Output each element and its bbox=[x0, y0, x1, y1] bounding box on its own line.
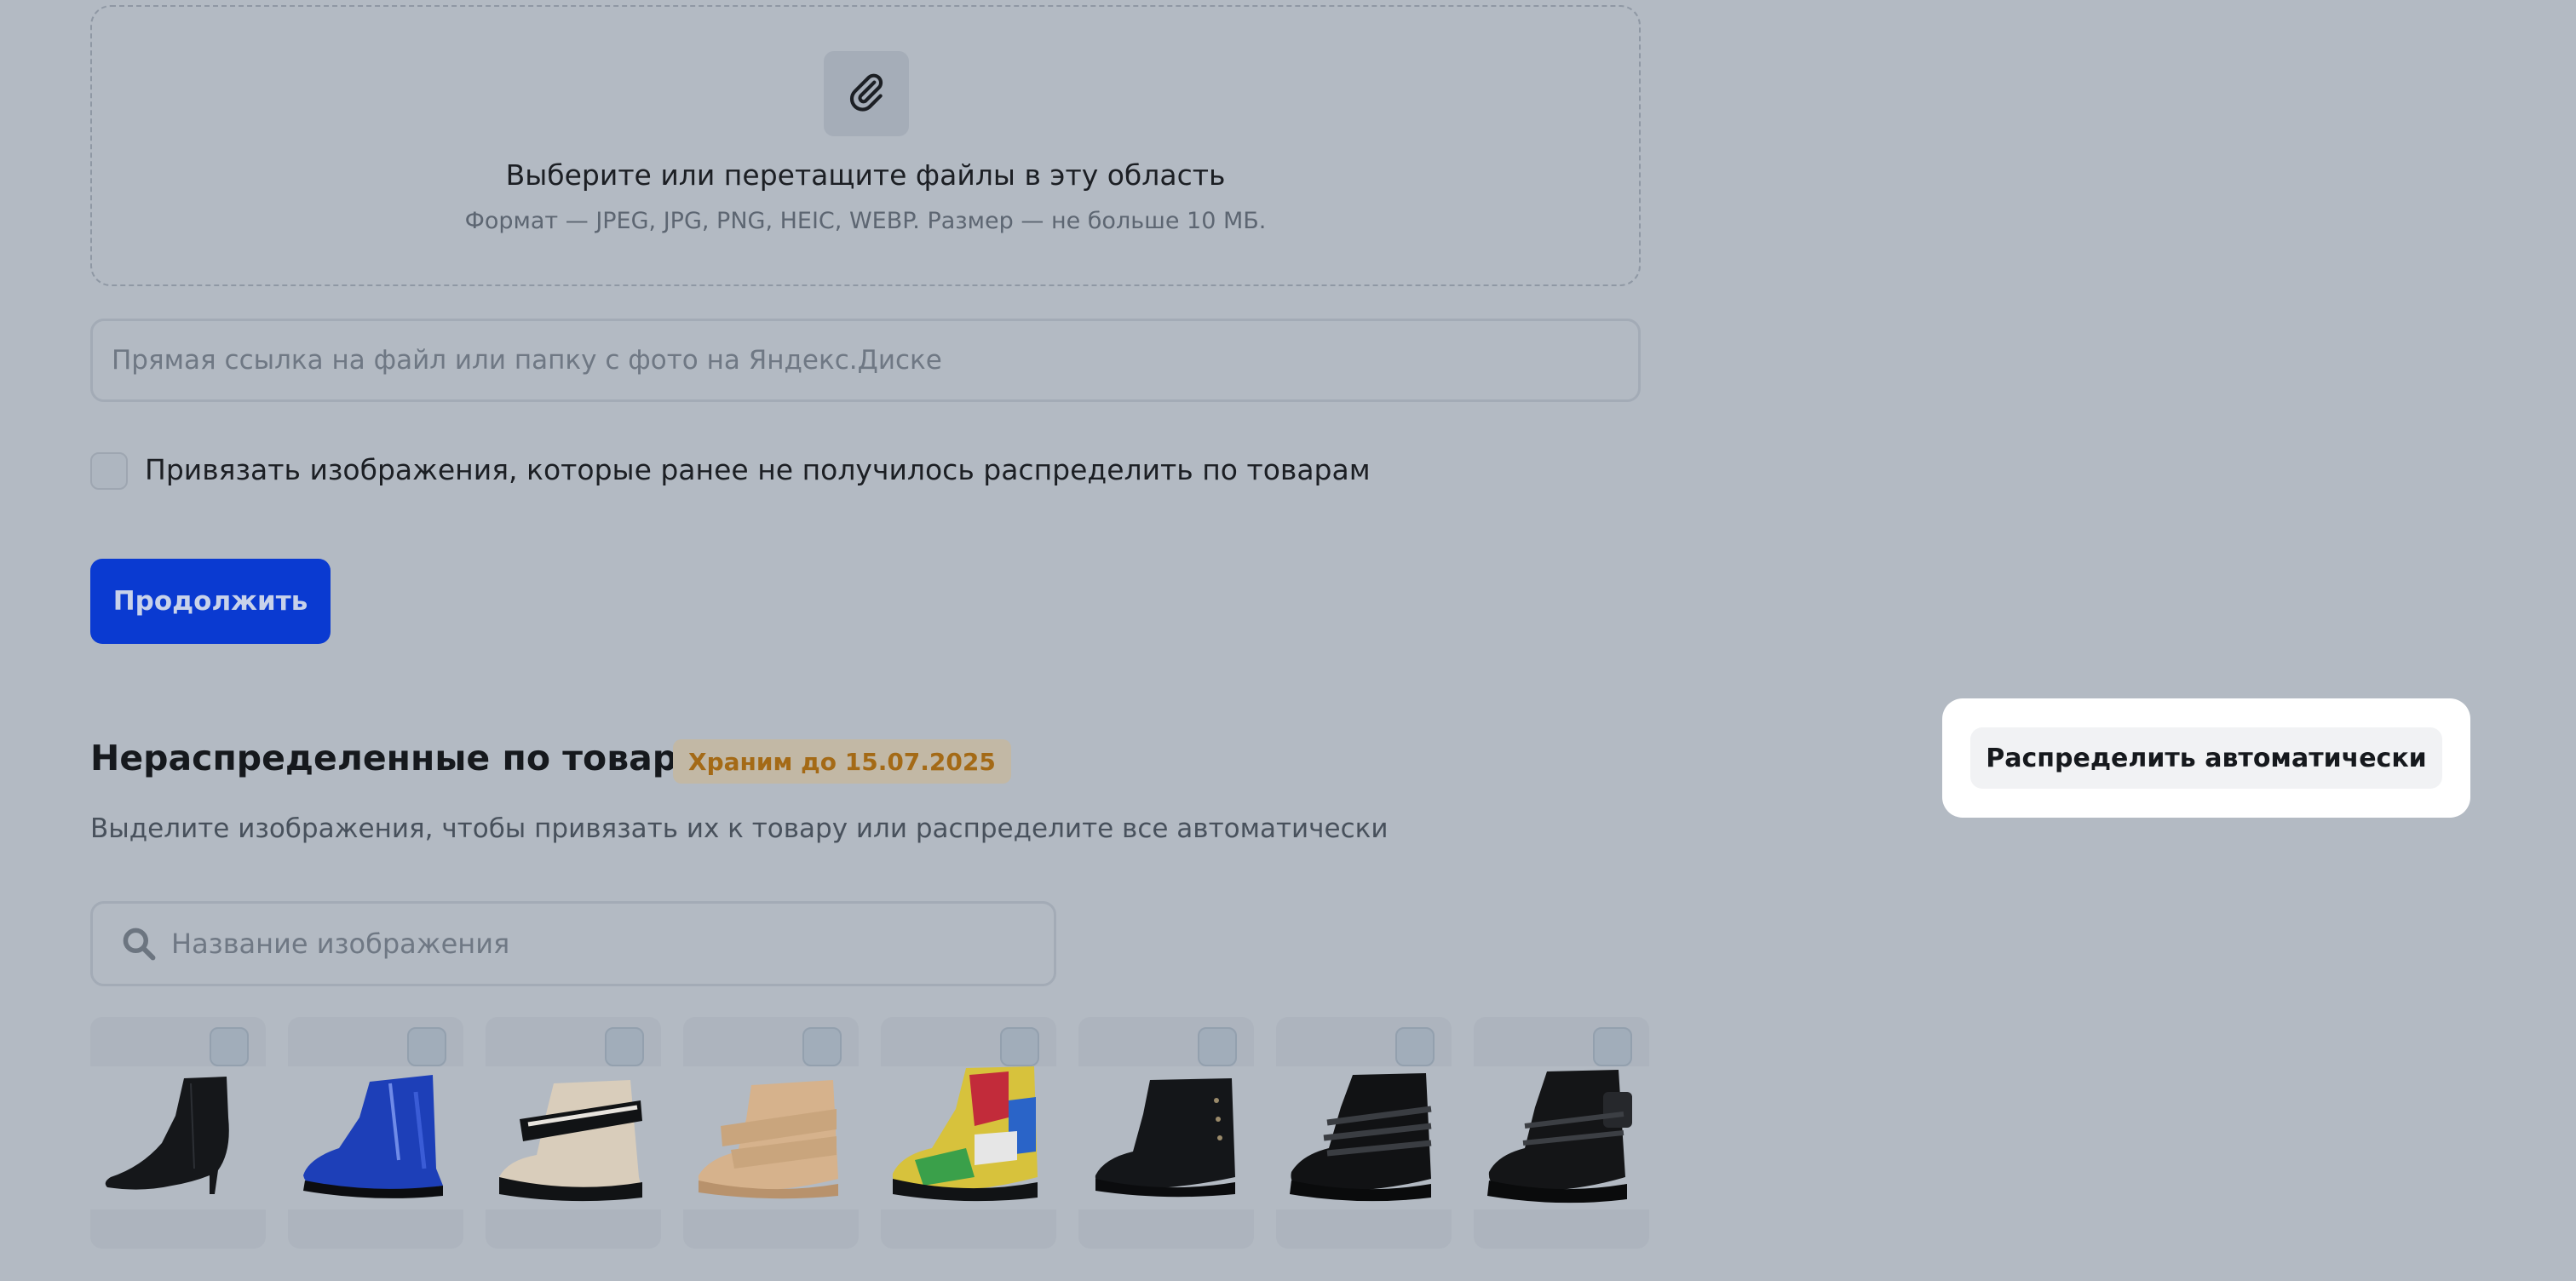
dropzone-title: Выберите или перетащите файлы в эту обла… bbox=[505, 158, 1226, 192]
image-select-checkbox[interactable] bbox=[802, 1027, 842, 1066]
section-title: Нераспределенные по товарам bbox=[90, 738, 730, 778]
search-icon bbox=[117, 922, 161, 966]
section-subtitle: Выделите изображения, чтобы привязать их… bbox=[90, 813, 1389, 844]
image-select-checkbox[interactable] bbox=[210, 1027, 249, 1066]
image-search-box[interactable] bbox=[90, 901, 1056, 986]
image-card[interactable] bbox=[288, 1017, 463, 1249]
bind-previous-images-label[interactable]: Привязать изображения, которые ранее не … bbox=[145, 453, 1371, 486]
image-card[interactable] bbox=[1474, 1017, 1649, 1249]
image-search-input[interactable] bbox=[161, 905, 1054, 983]
image-grid bbox=[90, 1017, 1653, 1249]
auto-distribute-button[interactable]: Распределить автоматически bbox=[1970, 727, 2442, 789]
image-card[interactable] bbox=[1078, 1017, 1254, 1249]
boot-image bbox=[498, 1080, 642, 1202]
boot-image bbox=[303, 1075, 443, 1198]
paperclip-button[interactable] bbox=[824, 51, 909, 136]
image-select-checkbox[interactable] bbox=[1198, 1027, 1237, 1066]
image-card[interactable] bbox=[90, 1017, 266, 1249]
storage-date-badge: Храним до 15.07.2025 bbox=[673, 739, 1011, 784]
image-card[interactable] bbox=[881, 1017, 1056, 1249]
file-dropzone[interactable] bbox=[90, 5, 1641, 286]
image-select-checkbox[interactable] bbox=[407, 1027, 446, 1066]
yandex-disk-link-input[interactable] bbox=[90, 319, 1641, 402]
boot-image bbox=[1290, 1073, 1432, 1202]
boot-image bbox=[1095, 1078, 1235, 1198]
bind-previous-images-checkbox[interactable] bbox=[90, 452, 128, 490]
paperclip-icon bbox=[845, 71, 888, 117]
image-select-checkbox[interactable] bbox=[1593, 1027, 1632, 1066]
boot-image bbox=[892, 1066, 1038, 1202]
dropzone-format-hint: Формат — JPEG, JPG, PNG, HEIC, WEBP. Раз… bbox=[464, 208, 1267, 234]
auto-distribute-highlight: Распределить автоматически bbox=[1942, 698, 2470, 818]
image-select-checkbox[interactable] bbox=[1000, 1027, 1039, 1066]
image-select-checkbox[interactable] bbox=[605, 1027, 644, 1066]
image-select-checkbox[interactable] bbox=[1395, 1027, 1435, 1066]
continue-button[interactable]: Продолжить bbox=[90, 559, 331, 644]
boot-image bbox=[698, 1080, 838, 1199]
image-card[interactable] bbox=[1276, 1017, 1452, 1249]
image-card[interactable] bbox=[683, 1017, 859, 1249]
boot-image bbox=[1487, 1070, 1632, 1203]
boot-image bbox=[105, 1077, 229, 1194]
image-card[interactable] bbox=[486, 1017, 661, 1249]
